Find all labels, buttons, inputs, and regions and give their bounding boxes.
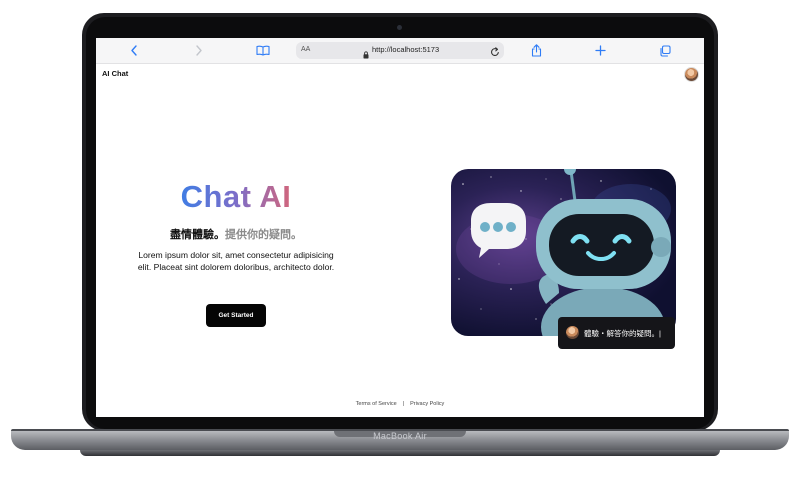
forward-arrow-icon[interactable] (190, 42, 208, 59)
hero-subtitle: 盡情體驗。提供你的疑問。 (136, 226, 336, 242)
plus-icon[interactable] (591, 42, 609, 59)
reload-icon[interactable] (490, 44, 500, 62)
footer: Terms of Service | Privacy Policy (96, 401, 704, 407)
browser-toolbar: AA http://localhost:5173 (96, 38, 704, 64)
share-icon[interactable] (527, 42, 545, 59)
camera-icon (397, 25, 402, 30)
url-text[interactable]: http://localhost:5173 (372, 45, 439, 54)
privacy-policy-link[interactable]: Privacy Policy (410, 401, 444, 407)
user-avatar[interactable] (684, 67, 699, 82)
tabs-icon[interactable] (656, 42, 674, 59)
hero-subtitle-muted: 提供你的疑問。 (225, 229, 302, 241)
hero-title: Chat AI (176, 179, 296, 215)
text-size-button[interactable]: AA (301, 46, 310, 53)
robot-illustration (451, 169, 676, 336)
footer-separator: | (402, 401, 405, 407)
device-brand-label: MacBook Air (373, 431, 427, 441)
get-started-button[interactable]: Get Started (206, 304, 266, 327)
app-title[interactable]: AI Chat (102, 69, 128, 78)
book-icon[interactable] (254, 42, 272, 59)
terms-of-service-link[interactable]: Terms of Service (356, 401, 397, 407)
browser-window: AA http://localhost:5173 AI Chat Chat AI… (96, 38, 704, 417)
chat-preview-text: 體驗・解答你的疑問。| (584, 329, 661, 338)
chip-avatar (566, 326, 579, 339)
lock-icon (363, 46, 369, 64)
laptop-foot (80, 450, 720, 456)
back-arrow-icon[interactable] (125, 42, 143, 59)
hero-description: Lorem ipsum dolor sit, amet consectetur … (137, 250, 335, 272)
hero-subtitle-main: 盡情體驗。 (170, 229, 225, 241)
chat-preview-chip: 體驗・解答你的疑問。| (558, 317, 675, 349)
